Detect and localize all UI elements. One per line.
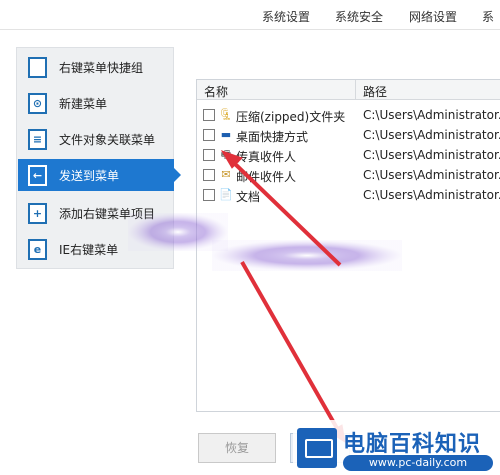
- row-name: 文档: [236, 190, 261, 204]
- row-checkbox[interactable]: [203, 109, 215, 121]
- zip-folder-icon: 🗜: [219, 108, 233, 121]
- row-name: 邮件收件人: [236, 170, 297, 184]
- site-watermark: 电脑百科知识 www.pc-daily.com: [293, 420, 500, 475]
- file-association-icon: ≡: [28, 128, 47, 150]
- sidebar-item-new-menu[interactable]: ⊙ 新建菜单: [18, 87, 174, 119]
- row-checkbox[interactable]: [203, 169, 215, 181]
- restore-button[interactable]: 恢复: [198, 433, 276, 463]
- sidebar-item-label: 右键菜单快捷组: [59, 60, 144, 75]
- table-row[interactable]: 📄 文档 C:\Users\Administrator.I: [197, 186, 500, 206]
- column-header-path[interactable]: 路径: [363, 83, 387, 100]
- new-menu-icon: ⊙: [28, 92, 47, 114]
- sidebar-item-ie-context-menu[interactable]: e IE右键菜单: [18, 233, 174, 265]
- add-item-icon: +: [28, 202, 47, 224]
- sidebar-item-label: 文件对象关联菜单: [59, 132, 156, 147]
- row-checkbox[interactable]: [203, 149, 215, 161]
- table-row[interactable]: 🗜 压缩(zipped)文件夹 C:\Users\Administrator.I: [197, 106, 500, 126]
- nav-system-settings[interactable]: 系统设置: [262, 8, 310, 25]
- table-row[interactable]: ✉ 邮件收件人 C:\Users\Administrator.I: [197, 166, 500, 186]
- sidebar-item-add-context-menu-item[interactable]: + 添加右键菜单项目: [18, 197, 174, 229]
- send-to-list: 名称 路径 🗜 压缩(zipped)文件夹 C:\Users\Administr…: [196, 79, 500, 412]
- mail-icon: ✉: [221, 168, 231, 181]
- column-header-name[interactable]: 名称: [204, 83, 228, 100]
- sidebar-item-file-association-menu[interactable]: ≡ 文件对象关联菜单: [18, 123, 174, 155]
- row-path: C:\Users\Administrator.I: [363, 148, 500, 162]
- sidebar-item-context-menu-group[interactable]: 右键菜单快捷组: [18, 51, 174, 83]
- table-row[interactable]: ▬ 桌面快捷方式 C:\Users\Administrator.I: [197, 126, 500, 146]
- send-to-icon: ←: [28, 164, 47, 186]
- row-checkbox[interactable]: [203, 129, 215, 141]
- fax-icon: 🖷: [220, 148, 232, 161]
- top-navigation: 系统设置 系统安全 网络设置 系: [0, 0, 500, 30]
- column-divider[interactable]: [355, 80, 356, 100]
- table-row[interactable]: 🖷 传真收件人 C:\Users\Administrator.I: [197, 146, 500, 166]
- row-name: 传真收件人: [236, 150, 297, 164]
- sidebar-item-label: 新建菜单: [59, 96, 108, 111]
- table-header: 名称 路径: [197, 80, 500, 100]
- ie-icon: e: [28, 238, 47, 260]
- nav-network-settings[interactable]: 网络设置: [409, 8, 457, 25]
- menu-group-icon: [28, 56, 47, 78]
- watermark-title: 电脑百科知识: [343, 432, 482, 457]
- sidebar-item-label: 添加右键菜单项目: [59, 206, 156, 221]
- monitor-logo-icon: [297, 428, 337, 468]
- row-path: C:\Users\Administrator.I: [363, 128, 500, 142]
- row-path: C:\Users\Administrator.I: [363, 108, 500, 122]
- desktop-shortcut-icon: ▬: [220, 128, 232, 141]
- sidebar-item-send-to-menu[interactable]: ← 发送到菜单: [18, 159, 181, 191]
- row-name: 压缩(zipped)文件夹: [236, 110, 346, 124]
- sidebar-item-label: 发送到菜单: [59, 168, 120, 183]
- nav-system-security[interactable]: 系统安全: [335, 8, 383, 25]
- sidebar: 右键菜单快捷组 ⊙ 新建菜单 ≡ 文件对象关联菜单 ← 发送到菜单 + 添加右键…: [16, 47, 181, 269]
- documents-icon: 📄: [219, 188, 233, 201]
- nav-system-more[interactable]: 系: [482, 8, 494, 25]
- row-name: 桌面快捷方式: [236, 130, 309, 144]
- row-path: C:\Users\Administrator.I: [363, 188, 500, 202]
- sidebar-item-label: IE右键菜单: [59, 242, 119, 257]
- row-path: C:\Users\Administrator.I: [363, 168, 500, 182]
- watermark-url: www.pc-daily.com: [343, 455, 493, 471]
- row-checkbox[interactable]: [203, 189, 215, 201]
